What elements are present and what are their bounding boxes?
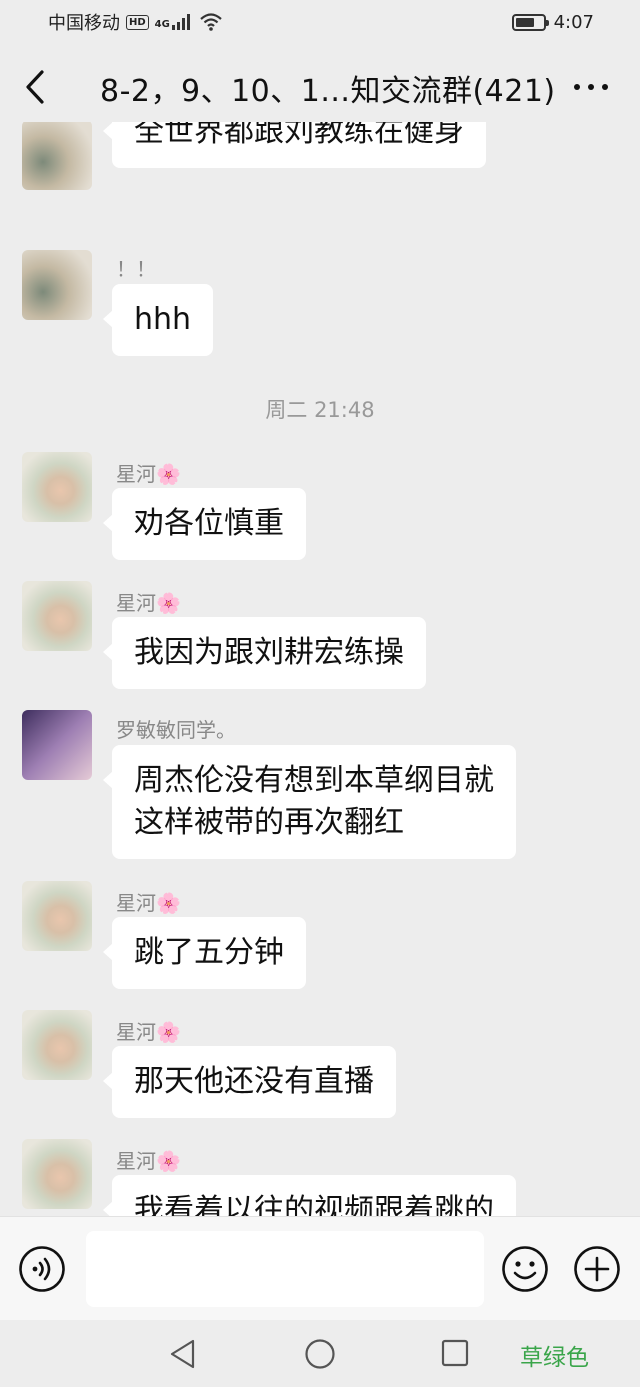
sender-name: 星河🌸: [116, 1020, 181, 1044]
battery-level: [515, 17, 534, 27]
message-bubble[interactable]: 跳了五分钟: [103, 917, 306, 989]
nav-recent-apps-icon[interactable]: [440, 1338, 470, 1368]
status-left: 中国移动 HD 4G: [48, 9, 222, 35]
nav-back-icon[interactable]: [168, 1338, 198, 1370]
hd-badge: HD: [126, 14, 149, 30]
carrier-label: 中国移动: [48, 13, 120, 34]
avatar[interactable]: [22, 1139, 92, 1209]
sender-name: 星河🌸: [116, 462, 181, 486]
clock: 4:07: [553, 11, 594, 33]
more-icon[interactable]: [574, 84, 608, 90]
avatar[interactable]: [22, 122, 92, 190]
message-bubble[interactable]: 我因为跟刘耕宏练操: [103, 617, 426, 689]
sender-name: ！！: [116, 257, 156, 281]
message-bubble[interactable]: 周杰伦没有想到本草纲目就 这样被带的再次翻红: [103, 745, 516, 859]
avatar[interactable]: [22, 1010, 92, 1080]
message-bubble[interactable]: 那天他还没有直播: [103, 1046, 396, 1118]
avatar[interactable]: [22, 452, 92, 522]
timestamp: 周二 21:48: [265, 398, 375, 422]
status-right: 4:07: [511, 11, 594, 33]
sender-name: 星河🌸: [116, 591, 181, 615]
message-bubble[interactable]: 全世界都跟刘教练在健身: [103, 122, 486, 168]
message-line: 这样被带的再次翻红: [134, 805, 404, 840]
avatar[interactable]: [22, 710, 92, 780]
message-line: 周杰伦没有想到本草纲目就: [134, 763, 494, 798]
brand-label: 草绿色: [520, 1345, 589, 1371]
nav-home-icon[interactable]: [304, 1338, 336, 1370]
chat-title: 8-2，9、10、1...知交流群(421): [100, 74, 556, 109]
avatar[interactable]: [22, 581, 92, 651]
network-label: 4G: [154, 19, 170, 30]
signal-icon: 4G: [155, 14, 194, 30]
message-input[interactable]: [86, 1231, 484, 1307]
plus-icon[interactable]: [573, 1245, 621, 1293]
voice-input-icon[interactable]: [18, 1245, 66, 1293]
message-bubble[interactable]: 劝各位慎重: [103, 488, 306, 560]
avatar[interactable]: [22, 250, 92, 320]
emoji-icon[interactable]: [501, 1245, 549, 1293]
chat-header: 8-2，9、10、1...知交流群(421): [0, 44, 640, 130]
sender-name: 罗敏敏同学。: [116, 718, 236, 742]
sender-name: 星河🌸: [116, 1149, 181, 1173]
wifi-icon: [200, 13, 222, 31]
message-bubble[interactable]: hhh: [102, 284, 214, 356]
system-nav-bar: 草绿色: [0, 1320, 640, 1387]
avatar[interactable]: [22, 881, 92, 951]
input-bar: [0, 1216, 640, 1320]
back-icon[interactable]: [22, 68, 52, 106]
battery-icon: [511, 13, 549, 31]
message-list[interactable]: ！！ 全世界都跟刘教练在健身 ！！ hhh 周二 21:48 星河🌸 劝各位慎重…: [0, 122, 640, 1216]
message-bubble[interactable]: 我看着以往的视频跟着跳的: [103, 1175, 516, 1216]
sender-name: 星河🌸: [116, 891, 181, 915]
status-bar: 中国移动 HD 4G 4:07: [0, 0, 640, 44]
